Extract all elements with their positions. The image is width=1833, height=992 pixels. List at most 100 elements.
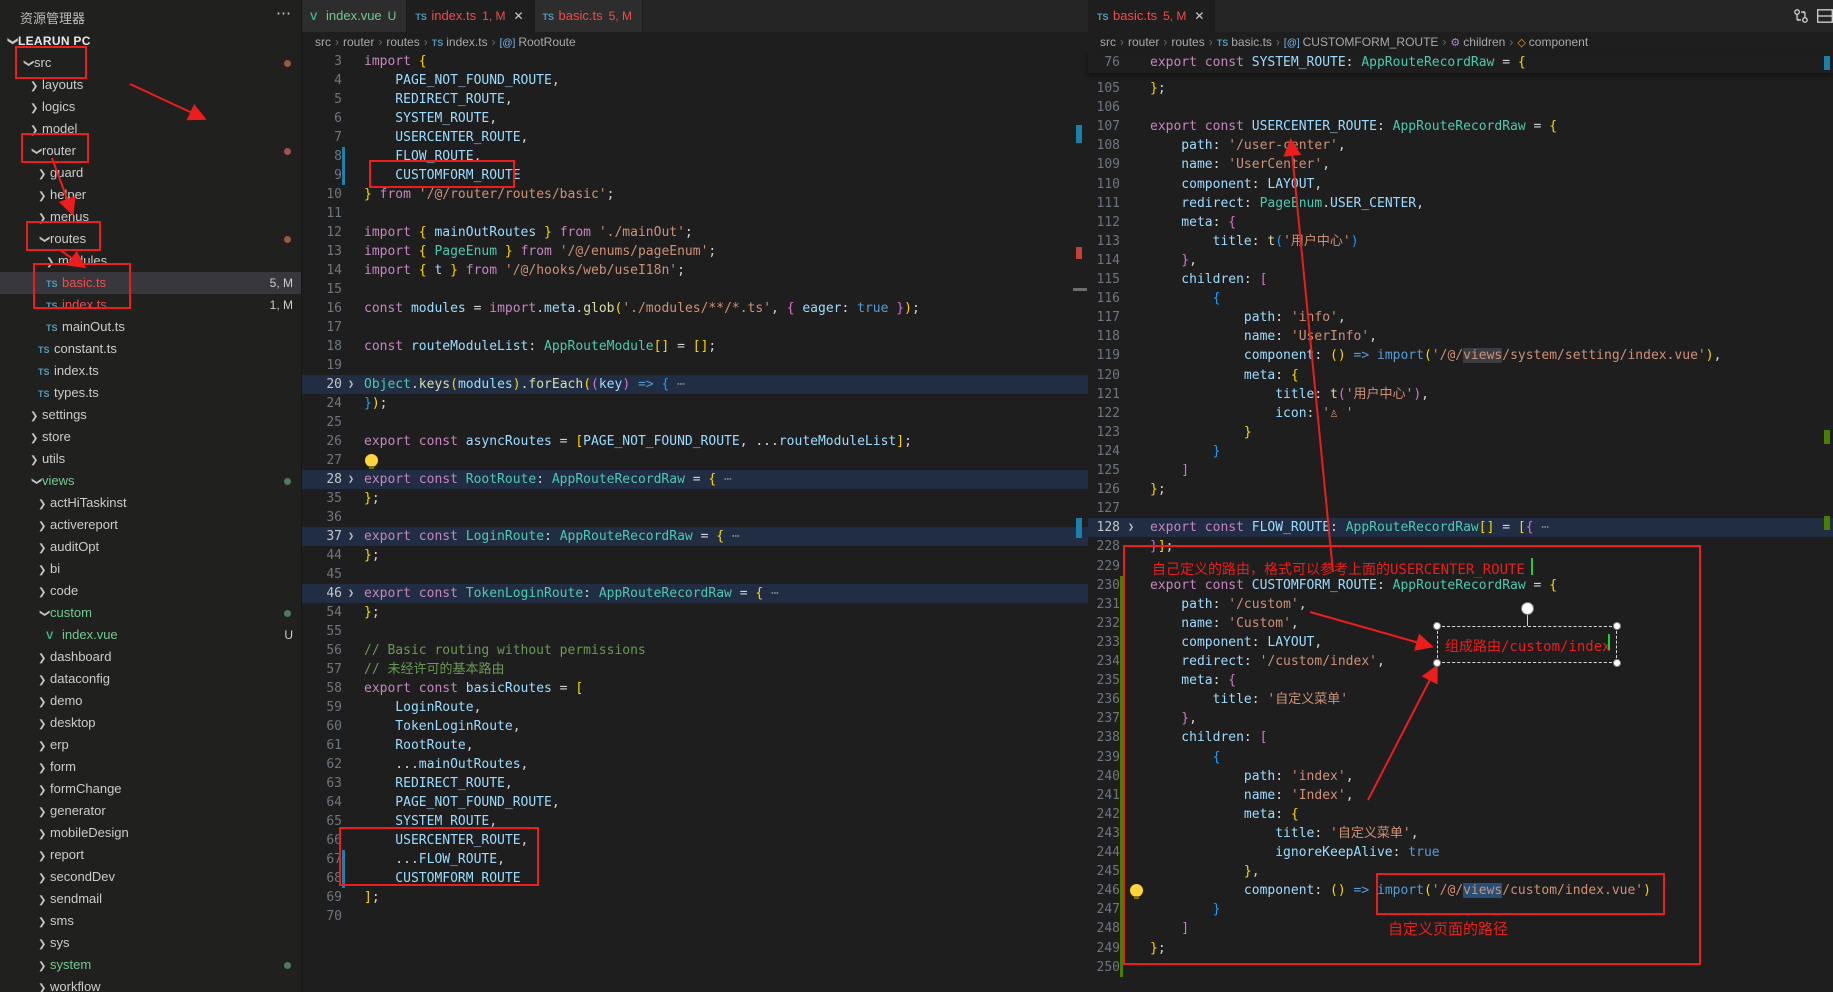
code-line-69[interactable]: 69]; (302, 888, 1088, 907)
code-line-3[interactable]: 3import { (302, 52, 1088, 71)
code-line-128[interactable]: 128❯export const FLOW_ROUTE: AppRouteRec… (1088, 518, 1833, 537)
code-line-125[interactable]: 125 ] (1088, 461, 1833, 480)
code-line-27[interactable]: 27 (302, 451, 1088, 470)
code-line-111[interactable]: 111 redirect: PageEnum.USER_CENTER, (1088, 194, 1833, 213)
code-line-18[interactable]: 18const routeModuleList: AppRouteModule[… (302, 337, 1088, 356)
code-line-46[interactable]: 46❯export const TokenLoginRoute: AppRout… (302, 584, 1088, 603)
tree-item-generator[interactable]: ❯generator (0, 800, 301, 822)
callout-handle-br[interactable] (1613, 659, 1621, 667)
code-line-37[interactable]: 37❯export const LoginRoute: AppRouteReco… (302, 527, 1088, 546)
tree-item-formchange[interactable]: ❯formChange (0, 778, 301, 800)
tree-item-learun-pc[interactable]: ❯LEARUN PC (0, 30, 301, 52)
tree-item-src[interactable]: ❯src (0, 52, 301, 74)
code-line-124[interactable]: 124 } (1088, 442, 1833, 461)
code-line-66[interactable]: 66 USERCENTER_ROUTE, (302, 831, 1088, 850)
lightbulb-icon[interactable] (365, 454, 378, 467)
tree-item-types.ts[interactable]: TStypes.ts (0, 382, 301, 404)
callout-rotate-handle[interactable] (1521, 602, 1534, 615)
fold-chevron-icon[interactable]: ❯ (348, 375, 354, 394)
code-line-7[interactable]: 7 USERCENTER_ROUTE, (302, 128, 1088, 147)
code-line-10[interactable]: 10} from '/@/router/routes/basic'; (302, 185, 1088, 204)
tree-item-erp[interactable]: ❯erp (0, 734, 301, 756)
tree-item-demo[interactable]: ❯demo (0, 690, 301, 712)
breadcrumb-item[interactable]: ◇component (1517, 35, 1588, 49)
code-line-115[interactable]: 115 children: [ (1088, 270, 1833, 289)
tree-item-custom[interactable]: ❯custom (0, 602, 301, 624)
tree-item-dashboard[interactable]: ❯dashboard (0, 646, 301, 668)
tree-item-router[interactable]: ❯router (0, 140, 301, 162)
code-line-16[interactable]: 16const modules = import.meta.glob('./mo… (302, 299, 1088, 318)
callout-handle-bl[interactable] (1433, 659, 1441, 667)
tree-item-logics[interactable]: ❯logics (0, 96, 301, 118)
code-line-106[interactable]: 106 (1088, 98, 1833, 117)
code-line-35[interactable]: 35}; (302, 489, 1088, 508)
code-line-68[interactable]: 68 CUSTOMFORM_ROUTE (302, 869, 1088, 888)
code-line-242[interactable]: 242 meta: { (1088, 805, 1833, 824)
tree-item-system[interactable]: ❯system (0, 954, 301, 976)
code-line-44[interactable]: 44}; (302, 546, 1088, 565)
code-line-123[interactable]: 123 } (1088, 423, 1833, 442)
code-line-126[interactable]: 126}; (1088, 480, 1833, 499)
code-line-13[interactable]: 13import { PageEnum } from '/@/enums/pag… (302, 242, 1088, 261)
code-line-117[interactable]: 117 path: 'info', (1088, 308, 1833, 327)
code-line-250[interactable]: 250 (1088, 958, 1833, 977)
close-icon[interactable]: ✕ (1194, 9, 1204, 23)
code-line-64[interactable]: 64 PAGE_NOT_FOUND_ROUTE, (302, 793, 1088, 812)
tree-item-index.vue[interactable]: Vindex.vueU (0, 624, 301, 646)
code-line-240[interactable]: 240 path: 'index', (1088, 767, 1833, 786)
breadcrumb-item[interactable]: TSindex.ts (432, 35, 488, 49)
code-line-237[interactable]: 237 }, (1088, 709, 1833, 728)
tree-item-sms[interactable]: ❯sms (0, 910, 301, 932)
code-line-12[interactable]: 12import { mainOutRoutes } from './mainO… (302, 223, 1088, 242)
code-line-62[interactable]: 62 ...mainOutRoutes, (302, 755, 1088, 774)
code-line-55[interactable]: 55 (302, 622, 1088, 641)
tree-item-views[interactable]: ❯views (0, 470, 301, 492)
code-line-17[interactable]: 17 (302, 318, 1088, 337)
tree-item-menus[interactable]: ❯menus (0, 206, 301, 228)
code-line-63[interactable]: 63 REDIRECT_ROUTE, (302, 774, 1088, 793)
breadcrumb-item[interactable]: routes (386, 35, 419, 49)
code-line-67[interactable]: 67 ...FLOW_ROUTE, (302, 850, 1088, 869)
callout-handle-tl[interactable] (1433, 622, 1441, 630)
code-line-60[interactable]: 60 TokenLoginRoute, (302, 717, 1088, 736)
code-line-238[interactable]: 238 children: [ (1088, 728, 1833, 747)
open-changes-icon[interactable] (1792, 7, 1810, 30)
tree-item-report[interactable]: ❯report (0, 844, 301, 866)
code-line-114[interactable]: 114 }, (1088, 251, 1833, 270)
code-line-236[interactable]: 236 title: '自定义菜单' (1088, 690, 1833, 709)
code-line-127[interactable]: 127 (1088, 499, 1833, 518)
close-icon[interactable]: ✕ (513, 9, 523, 23)
tree-item-mobiledesign[interactable]: ❯mobileDesign (0, 822, 301, 844)
tree-item-store[interactable]: ❯store (0, 426, 301, 448)
tab-index.ts[interactable]: TSindex.ts1, M✕ (407, 0, 534, 32)
tree-item-seconddev[interactable]: ❯secondDev (0, 866, 301, 888)
tree-item-helper[interactable]: ❯helper (0, 184, 301, 206)
tree-item-mainout.ts[interactable]: TSmainOut.ts (0, 316, 301, 338)
code-line-245[interactable]: 245 }, (1088, 862, 1833, 881)
code-line-24[interactable]: 24}); (302, 394, 1088, 413)
code-line-57[interactable]: 57// 未经许可的基本路由 (302, 660, 1088, 679)
tree-item-acthitaskinst[interactable]: ❯actHiTaskinst (0, 492, 301, 514)
code-line-8[interactable]: 8 FLOW_ROUTE, (302, 147, 1088, 166)
tree-item-workflow[interactable]: ❯workflow (0, 976, 301, 992)
breadcrumb-item[interactable]: router (1128, 35, 1159, 49)
tree-item-modules[interactable]: ❯modules (0, 250, 301, 272)
breadcrumb-item[interactable]: src (1100, 35, 1116, 49)
code-line-58[interactable]: 58export const basicRoutes = [ (302, 679, 1088, 698)
sticky-scroll-line[interactable]: 76export const SYSTEM_ROUTE: AppRouteRec… (1088, 52, 1833, 73)
code-line-107[interactable]: 107export const USERCENTER_ROUTE: AppRou… (1088, 117, 1833, 136)
code-line-19[interactable]: 19 (302, 356, 1088, 375)
tree-item-code[interactable]: ❯code (0, 580, 301, 602)
editor-basic-ts[interactable]: 105};106107export const USERCENTER_ROUTE… (1088, 52, 1833, 992)
code-line-4[interactable]: 4 PAGE_NOT_FOUND_ROUTE, (302, 71, 1088, 90)
code-line-246[interactable]: 246 component: () => import('/@/views/cu… (1088, 881, 1833, 900)
tree-item-settings[interactable]: ❯settings (0, 404, 301, 426)
code-line-70[interactable]: 70 (302, 907, 1088, 926)
code-line-239[interactable]: 239 { (1088, 748, 1833, 767)
code-line-121[interactable]: 121 title: t('用户中心'), (1088, 385, 1833, 404)
tree-item-constant.ts[interactable]: TSconstant.ts (0, 338, 301, 360)
tree-item-desktop[interactable]: ❯desktop (0, 712, 301, 734)
code-line-65[interactable]: 65 SYSTEM_ROUTE, (302, 812, 1088, 831)
annotation-callout-box[interactable]: 组成路由/custom/index (1437, 626, 1617, 663)
split-editor-icon[interactable] (1816, 7, 1833, 30)
